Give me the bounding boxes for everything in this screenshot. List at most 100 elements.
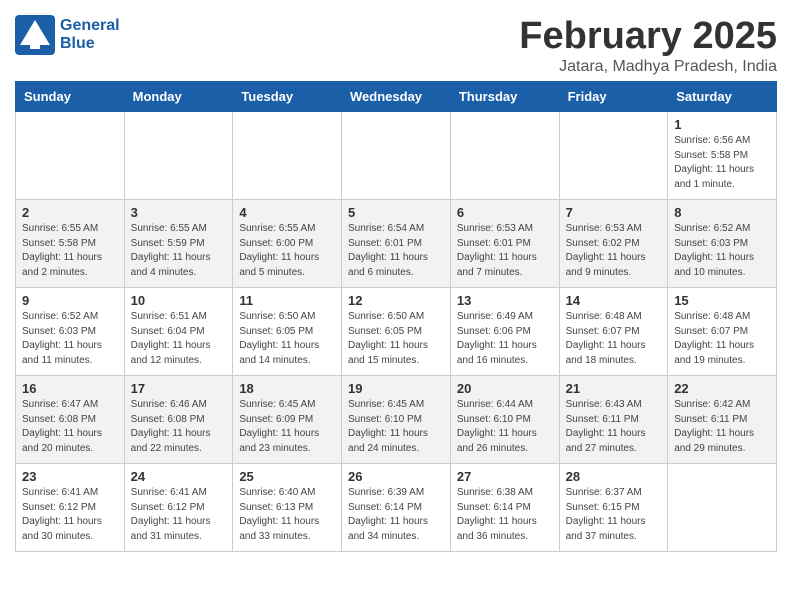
table-row: 21 Sunrise: 6:43 AM Sunset: 6:11 PM Dayli… (559, 376, 668, 464)
table-row: 1 Sunrise: 6:56 AM Sunset: 5:58 PM Daylig… (668, 112, 777, 200)
day-info: Sunrise: 6:38 AM Sunset: 6:14 PM Dayligh… (457, 486, 553, 544)
day-info: Sunrise: 6:56 AM Sunset: 5:58 PM Dayligh… (674, 134, 770, 192)
month-year: February 2025 (519, 15, 777, 58)
day-number: 20 (457, 381, 553, 396)
table-row (233, 112, 342, 200)
table-row: 26 Sunrise: 6:39 AM Sunset: 6:14 PM Dayli… (342, 464, 451, 552)
col-tuesday: Tuesday (233, 82, 342, 112)
day-info: Sunrise: 6:54 AM Sunset: 6:01 PM Dayligh… (348, 222, 444, 280)
table-row: 4 Sunrise: 6:55 AM Sunset: 6:00 PM Daylig… (233, 200, 342, 288)
day-info: Sunrise: 6:55 AM Sunset: 5:59 PM Dayligh… (131, 222, 227, 280)
table-row (559, 112, 668, 200)
table-row: 24 Sunrise: 6:41 AM Sunset: 6:12 PM Dayli… (124, 464, 233, 552)
day-info: Sunrise: 6:37 AM Sunset: 6:15 PM Dayligh… (566, 486, 662, 544)
general-blue-icon (15, 15, 55, 55)
day-number: 3 (131, 205, 227, 220)
table-row: 9 Sunrise: 6:52 AM Sunset: 6:03 PM Daylig… (16, 288, 125, 376)
table-row: 16 Sunrise: 6:47 AM Sunset: 6:08 PM Dayli… (16, 376, 125, 464)
table-row: 23 Sunrise: 6:41 AM Sunset: 6:12 PM Dayli… (16, 464, 125, 552)
table-row: 14 Sunrise: 6:48 AM Sunset: 6:07 PM Dayli… (559, 288, 668, 376)
day-number: 19 (348, 381, 444, 396)
table-row: 11Sunrise: 6:50 AM Sunset: 6:05 PM Dayli… (233, 288, 342, 376)
day-info: Sunrise: 6:45 AM Sunset: 6:10 PM Dayligh… (348, 398, 444, 456)
day-number: 4 (239, 205, 335, 220)
table-row (342, 112, 451, 200)
day-info: Sunrise: 6:39 AM Sunset: 6:14 PM Dayligh… (348, 486, 444, 544)
day-info: Sunrise: 6:46 AM Sunset: 6:08 PM Dayligh… (131, 398, 227, 456)
day-number: 21 (566, 381, 662, 396)
table-row: 25 Sunrise: 6:40 AM Sunset: 6:13 PM Dayli… (233, 464, 342, 552)
logo-text-line1: General (60, 17, 120, 35)
day-info: Sunrise: 6:45 AM Sunset: 6:09 PM Dayligh… (239, 398, 335, 456)
day-number: 17 (131, 381, 227, 396)
table-row: 2 Sunrise: 6:55 AM Sunset: 5:58 PM Daylig… (16, 200, 125, 288)
table-row: 13 Sunrise: 6:49 AM Sunset: 6:06 PM Dayli… (450, 288, 559, 376)
table-row (16, 112, 125, 200)
table-row: 27 Sunrise: 6:38 AM Sunset: 6:14 PM Dayli… (450, 464, 559, 552)
table-row: 5 Sunrise: 6:54 AM Sunset: 6:01 PM Daylig… (342, 200, 451, 288)
day-number: 22 (674, 381, 770, 396)
day-info: Sunrise: 6:43 AM Sunset: 6:11 PM Dayligh… (566, 398, 662, 456)
day-info: Sunrise: 6:44 AM Sunset: 6:10 PM Dayligh… (457, 398, 553, 456)
day-number: 1 (674, 117, 770, 132)
day-info: Sunrise: 6:49 AM Sunset: 6:06 PM Dayligh… (457, 310, 553, 368)
table-row: 8Sunrise: 6:52 AM Sunset: 6:03 PM Daylig… (668, 200, 777, 288)
logo-text-line2: Blue (60, 35, 120, 53)
col-thursday: Thursday (450, 82, 559, 112)
day-info: Sunrise: 6:51 AM Sunset: 6:04 PM Dayligh… (131, 310, 227, 368)
table-row: 15 Sunrise: 6:48 AM Sunset: 6:07 PM Dayli… (668, 288, 777, 376)
day-number: 24 (131, 469, 227, 484)
day-number: 27 (457, 469, 553, 484)
day-number: 7 (566, 205, 662, 220)
day-number: 23 (22, 469, 118, 484)
day-number: 28 (566, 469, 662, 484)
day-number: 9 (22, 293, 118, 308)
day-info: Sunrise: 6:48 AM Sunset: 6:07 PM Dayligh… (566, 310, 662, 368)
day-number: 6 (457, 205, 553, 220)
day-info: Sunrise: 6:41 AM Sunset: 6:12 PM Dayligh… (131, 486, 227, 544)
day-number: 15 (674, 293, 770, 308)
logo: General Blue (15, 15, 120, 55)
table-row (668, 464, 777, 552)
table-row (124, 112, 233, 200)
table-row: 19 Sunrise: 6:45 AM Sunset: 6:10 PM Dayli… (342, 376, 451, 464)
title-block: February 2025 Jatara, Madhya Pradesh, In… (519, 15, 777, 76)
col-friday: Friday (559, 82, 668, 112)
table-row: 22 Sunrise: 6:42 AM Sunset: 6:11 PM Dayli… (668, 376, 777, 464)
day-info: Sunrise: 6:55 AM Sunset: 5:58 PM Dayligh… (22, 222, 118, 280)
table-row: 28 Sunrise: 6:37 AM Sunset: 6:15 PM Dayli… (559, 464, 668, 552)
table-row: 3 Sunrise: 6:55 AM Sunset: 5:59 PM Daylig… (124, 200, 233, 288)
day-number: 13 (457, 293, 553, 308)
col-monday: Monday (124, 82, 233, 112)
table-row: 10 Sunrise: 6:51 AM Sunset: 6:04 PM Dayli… (124, 288, 233, 376)
col-saturday: Saturday (668, 82, 777, 112)
day-number: 5 (348, 205, 444, 220)
col-sunday: Sunday (16, 82, 125, 112)
day-info: Sunrise: 6:50 AM Sunset: 6:05 PM Dayligh… (348, 310, 444, 368)
day-number: 10 (131, 293, 227, 308)
day-info: Sunrise: 6:53 AM Sunset: 6:01 PM Dayligh… (457, 222, 553, 280)
location: Jatara, Madhya Pradesh, India (519, 58, 777, 76)
table-row (450, 112, 559, 200)
day-number: 25 (239, 469, 335, 484)
day-info: Sunrise: 6:52 AM Sunset: 6:03 PM Dayligh… (22, 310, 118, 368)
calendar-table: Sunday Monday Tuesday Wednesday Thursday… (15, 81, 777, 552)
day-number: 26 (348, 469, 444, 484)
day-info: Sunrise: 6:47 AM Sunset: 6:08 PM Dayligh… (22, 398, 118, 456)
table-row: 6 Sunrise: 6:53 AM Sunset: 6:01 PM Daylig… (450, 200, 559, 288)
day-info: Sunrise: 6:53 AM Sunset: 6:02 PM Dayligh… (566, 222, 662, 280)
day-info: Sunrise: 6:41 AM Sunset: 6:12 PM Dayligh… (22, 486, 118, 544)
day-info: Sunrise: 6:40 AM Sunset: 6:13 PM Dayligh… (239, 486, 335, 544)
day-info: Sunrise: 6:42 AM Sunset: 6:11 PM Dayligh… (674, 398, 770, 456)
day-number: 2 (22, 205, 118, 220)
day-info: Sunrise: 6:50 AM Sunset: 6:05 PM Dayligh… (239, 310, 335, 368)
day-number: 16 (22, 381, 118, 396)
table-row: 7 Sunrise: 6:53 AM Sunset: 6:02 PM Daylig… (559, 200, 668, 288)
table-row: 17 Sunrise: 6:46 AM Sunset: 6:08 PM Dayli… (124, 376, 233, 464)
day-number: 18 (239, 381, 335, 396)
day-number: 14 (566, 293, 662, 308)
day-info: Sunrise: 6:48 AM Sunset: 6:07 PM Dayligh… (674, 310, 770, 368)
day-info: Sunrise: 6:55 AM Sunset: 6:00 PM Dayligh… (239, 222, 335, 280)
table-row: 20 Sunrise: 6:44 AM Sunset: 6:10 PM Dayli… (450, 376, 559, 464)
day-number: 8 (674, 205, 770, 220)
